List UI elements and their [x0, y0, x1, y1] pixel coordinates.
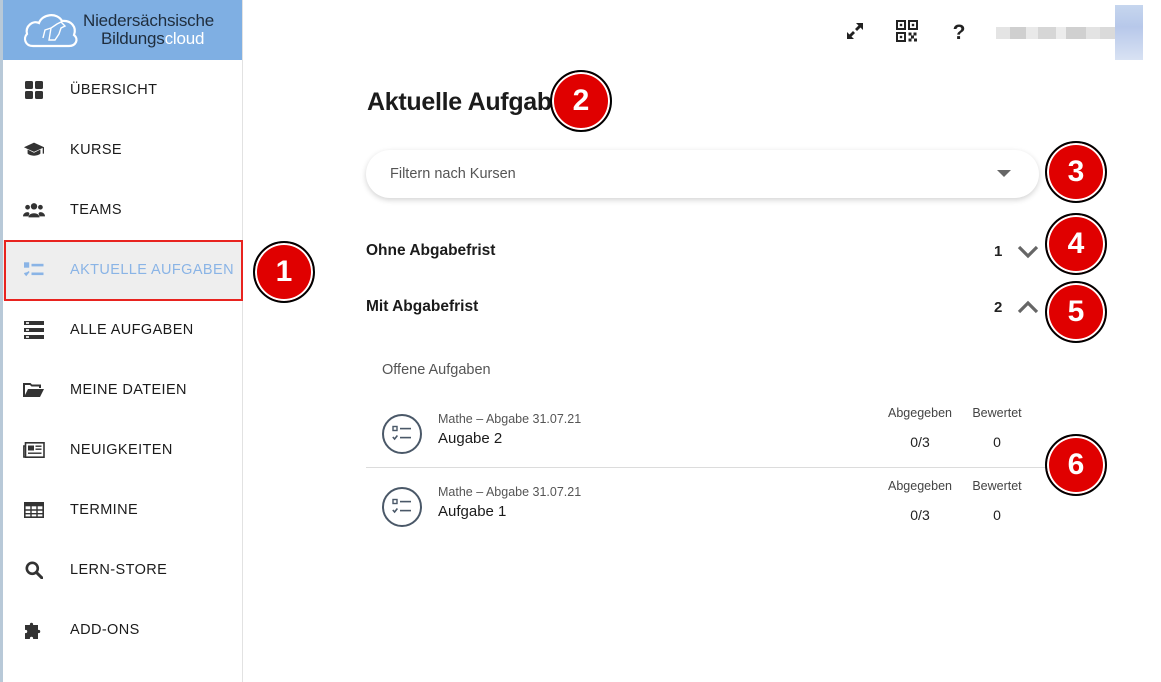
sidebar: Niedersächsische Bildungscloud ÜBERSICHT… [3, 0, 243, 682]
graded-column: Bewertet 0 [966, 406, 1028, 450]
page-title: Aktuelle Aufgaben [367, 88, 581, 116]
sidebar-item-teams[interactable]: TEAMS [3, 180, 242, 240]
fullscreen-button[interactable] [840, 18, 870, 48]
section-ohne-abgabefrist[interactable]: Ohne Abgabefrist 1 [366, 236, 1046, 266]
graduation-cap-icon [23, 139, 45, 161]
sidebar-item-lern-store[interactable]: LERN-STORE [3, 540, 242, 600]
sidebar-item-label: TEAMS [70, 202, 122, 218]
section-count: 1 [994, 242, 1003, 260]
row-divider [366, 467, 1046, 468]
tasks-stack-icon [23, 319, 45, 341]
help-button[interactable]: ? [944, 18, 974, 48]
sidebar-item-label: LERN-STORE [70, 562, 168, 578]
graded-value: 0 [993, 507, 1001, 523]
open-tasks-subheader: Offene Aufgaben [382, 362, 491, 378]
help-icon: ? [952, 21, 966, 44]
marker-3: 3 [1045, 141, 1107, 203]
graded-column: Bewertet 0 [966, 479, 1028, 523]
marker-6: 6 [1045, 434, 1107, 496]
section-title: Ohne Abgabefrist [366, 242, 496, 259]
search-icon [23, 559, 45, 581]
sidebar-item-meine-dateien[interactable]: MEINE DATEIEN [3, 360, 242, 420]
marker-4: 4 [1045, 213, 1107, 275]
sidebar-item-label: TERMINE [70, 502, 139, 518]
submitted-value: 0/3 [910, 507, 930, 523]
task-name: Augabe 2 [438, 430, 503, 447]
users-icon [23, 199, 45, 221]
sidebar-item-alle-aufgaben[interactable]: ALLE AUFGABEN [3, 300, 242, 360]
caret-down-icon [997, 170, 1011, 177]
fullscreen-icon [845, 21, 865, 46]
task-row[interactable]: Mathe – Abgabe 31.07.21 Aufgabe 1 Abgege… [366, 473, 1046, 545]
graded-label: Bewertet [972, 406, 1022, 420]
calendar-grid-icon [23, 499, 45, 521]
submitted-column: Abgegeben 0/3 [884, 406, 956, 450]
submitted-label: Abgegeben [888, 406, 952, 420]
graded-value: 0 [993, 434, 1001, 450]
chevron-up-icon[interactable] [1016, 295, 1040, 319]
top-toolbar: ? [840, 18, 1136, 48]
sidebar-item-label: NEUIGKEITEN [70, 442, 173, 458]
sidebar-item-label: ÜBERSICHT [70, 82, 158, 98]
filter-placeholder: Filtern nach Kursen [390, 166, 516, 182]
task-name: Aufgabe 1 [438, 503, 507, 520]
marker-2: 2 [550, 70, 612, 132]
dashboard-icon [23, 79, 45, 101]
avatar[interactable] [1115, 5, 1143, 60]
sidebar-item-label: AKTUELLE AUFGABEN [70, 262, 234, 278]
logo[interactable]: Niedersächsische Bildungscloud [3, 0, 242, 60]
section-mit-abgabefrist[interactable]: Mit Abgabefrist 2 [366, 292, 1046, 322]
sidebar-item-label: MEINE DATEIEN [70, 382, 187, 398]
sidebar-item-label: KURSE [70, 142, 122, 158]
section-count: 2 [994, 298, 1003, 316]
task-list-icon [23, 259, 45, 281]
submitted-label: Abgegeben [888, 479, 952, 493]
puzzle-icon [23, 619, 45, 641]
sidebar-item-kurse[interactable]: KURSE [3, 120, 242, 180]
sidebar-item-add-ons[interactable]: ADD-ONS [3, 600, 242, 660]
brand-name: Niedersächsische Bildungscloud [83, 11, 214, 48]
sidebar-item-termine[interactable]: TERMINE [3, 480, 242, 540]
section-title: Mit Abgabefrist [366, 298, 479, 315]
folder-open-icon [23, 379, 45, 401]
qr-code-button[interactable] [892, 18, 922, 48]
task-meta: Mathe – Abgabe 31.07.21 [438, 412, 582, 426]
sidebar-item-aktuelle-aufgaben[interactable]: AKTUELLE AUFGABEN [3, 240, 242, 300]
task-row[interactable]: Mathe – Abgabe 31.07.21 Augabe 2 Abgegeb… [366, 400, 1046, 472]
chevron-down-icon[interactable] [1016, 239, 1040, 263]
task-meta: Mathe – Abgabe 31.07.21 [438, 485, 582, 499]
task-list-icon [382, 487, 422, 527]
sidebar-nav: ÜBERSICHT KURSE TEAMS AKTUELLE AUFGABEN … [3, 60, 242, 660]
newspaper-icon [23, 439, 45, 461]
sidebar-item-neuigkeiten[interactable]: NEUIGKEITEN [3, 420, 242, 480]
submitted-value: 0/3 [910, 434, 930, 450]
graded-label: Bewertet [972, 479, 1022, 493]
marker-1: 1 [253, 241, 315, 303]
sidebar-item-label: ADD-ONS [70, 622, 140, 638]
sidebar-item-label: ALLE AUFGABEN [70, 322, 194, 338]
qr-code-icon [896, 19, 918, 47]
course-filter-select[interactable]: Filtern nach Kursen [366, 150, 1039, 198]
submitted-column: Abgegeben 0/3 [884, 479, 956, 523]
cloud-logo-icon [21, 10, 79, 50]
task-list-icon [382, 414, 422, 454]
sidebar-item-uebersicht[interactable]: ÜBERSICHT [3, 60, 242, 120]
marker-5: 5 [1045, 281, 1107, 343]
